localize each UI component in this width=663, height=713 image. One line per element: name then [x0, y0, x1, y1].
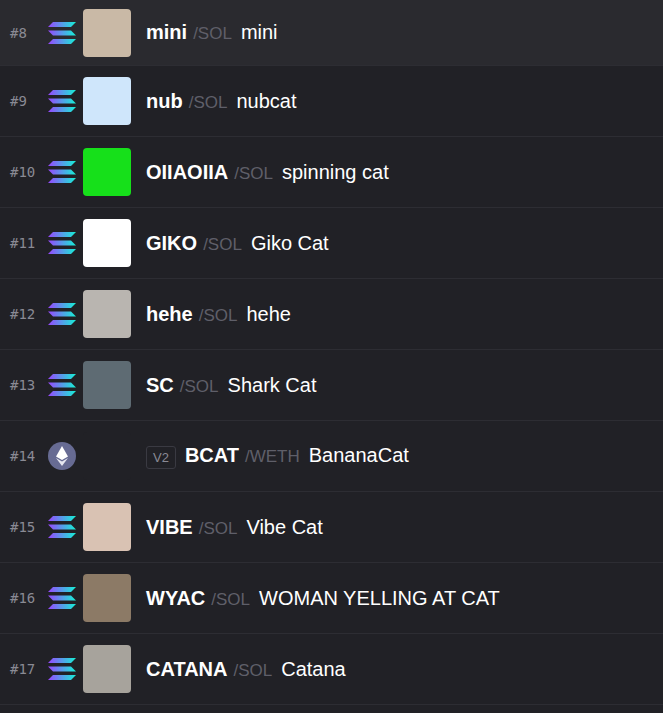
token-avatar	[83, 77, 131, 125]
token-row[interactable]: #12 hehe/SOL hehe	[0, 279, 663, 350]
quote-symbol: /SOL	[189, 93, 228, 113]
quote-symbol: /SOL	[193, 24, 232, 44]
token-symbol: WYAC	[146, 587, 205, 610]
token-row[interactable]: #17 CATANA/SOL Catana	[0, 634, 663, 705]
token-row[interactable]: #8 mini/SOL mini	[0, 0, 663, 66]
chain-cell	[44, 658, 80, 680]
solana-icon	[48, 22, 76, 44]
token-row[interactable]: #11 GIKO/SOL Giko Cat	[0, 208, 663, 279]
chain-cell	[44, 232, 80, 254]
rank-label: #17	[10, 661, 44, 677]
token-symbol: hehe	[146, 303, 193, 326]
rank-label: #10	[10, 164, 44, 180]
token-name: mini	[241, 21, 278, 44]
quote-symbol: /SOL	[211, 590, 250, 610]
quote-symbol: /SOL	[199, 306, 238, 326]
token-avatar	[83, 9, 131, 57]
chain-cell	[44, 374, 80, 396]
rank-label: #13	[10, 377, 44, 393]
token-symbol: nub	[146, 90, 183, 113]
quote-symbol: /SOL	[233, 661, 272, 681]
quote-symbol: /SOL	[203, 235, 242, 255]
token-list: #8 mini/SOL mini #9 nub/SOL nubcat #10 OIIAOIIA…	[0, 0, 663, 713]
token-symbol: OIIAOIIA	[146, 161, 228, 184]
quote-symbol: /SOL	[180, 377, 219, 397]
token-row[interactable]: #15 VIBE/SOL Vibe Cat	[0, 492, 663, 563]
quote-symbol: /SOL	[199, 519, 238, 539]
token-symbol: mini	[146, 21, 187, 44]
solana-icon	[48, 232, 76, 254]
token-row[interactable]: #16 WYAC/SOL WOMAN YELLING AT CAT	[0, 563, 663, 634]
rank-label: #16	[10, 590, 44, 606]
token-name: spinning cat	[282, 161, 389, 184]
token-row[interactable]: #13 SC/SOL Shark Cat	[0, 350, 663, 421]
token-row[interactable]: #10 OIIAOIIA/SOL spinning cat	[0, 137, 663, 208]
rank-label: #9	[10, 93, 44, 109]
token-symbol: SC	[146, 374, 174, 397]
token-avatar	[83, 361, 131, 409]
chain-cell	[44, 303, 80, 325]
rank-label: #15	[10, 519, 44, 535]
quote-symbol: /WETH	[245, 447, 300, 467]
quote-symbol: /SOL	[234, 164, 273, 184]
token-name: Giko Cat	[251, 232, 329, 255]
ethereum-icon	[48, 442, 76, 470]
token-avatar	[83, 290, 131, 338]
chain-cell	[44, 22, 80, 44]
chain-cell	[44, 90, 80, 112]
token-name: hehe	[246, 303, 291, 326]
solana-icon	[48, 587, 76, 609]
chain-cell	[44, 516, 80, 538]
token-name: WOMAN YELLING AT CAT	[259, 587, 500, 610]
token-symbol: BCAT	[185, 444, 239, 467]
chain-cell	[44, 587, 80, 609]
solana-icon	[48, 658, 76, 680]
solana-icon	[48, 303, 76, 325]
token-avatar	[83, 503, 131, 551]
token-avatar	[83, 574, 131, 622]
rank-label: #11	[10, 235, 44, 251]
token-name: Vibe Cat	[246, 516, 322, 539]
token-name: Shark Cat	[228, 374, 317, 397]
rank-label: #14	[10, 448, 44, 464]
rank-label: #12	[10, 306, 44, 322]
token-avatar	[83, 148, 131, 196]
token-row[interactable]: #14 V2 BCAT/WETH BananaCat	[0, 421, 663, 492]
solana-icon	[48, 161, 76, 183]
version-badge: V2	[146, 446, 176, 469]
token-avatar	[83, 219, 131, 267]
token-row[interactable]: #9 nub/SOL nubcat	[0, 66, 663, 137]
token-symbol: CATANA	[146, 658, 227, 681]
token-name: BananaCat	[309, 444, 409, 467]
token-avatar	[83, 645, 131, 693]
chain-cell	[44, 442, 80, 470]
token-symbol: GIKO	[146, 232, 197, 255]
solana-icon	[48, 90, 76, 112]
token-symbol: VIBE	[146, 516, 193, 539]
rank-label: #8	[10, 25, 44, 41]
solana-icon	[48, 516, 76, 538]
token-name: Catana	[281, 658, 346, 681]
token-name: nubcat	[236, 90, 296, 113]
chain-cell	[44, 161, 80, 183]
solana-icon	[48, 374, 76, 396]
